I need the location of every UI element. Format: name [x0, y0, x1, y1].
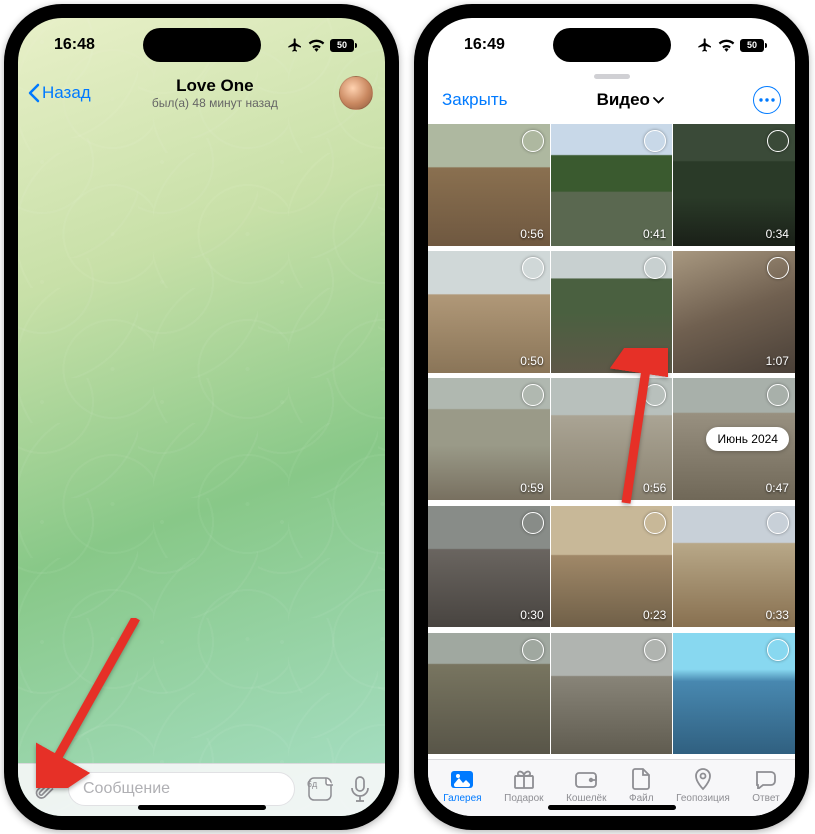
toolbar-label: Кошелёк — [566, 793, 606, 804]
dynamic-island — [553, 28, 671, 62]
file-icon — [631, 768, 651, 790]
wallet-icon — [574, 768, 598, 790]
video-thumbnail[interactable]: 0:56 — [428, 124, 550, 246]
duration-label: 0:30 — [520, 608, 543, 622]
mic-icon[interactable] — [345, 772, 375, 806]
selection-ring-icon[interactable] — [522, 257, 544, 279]
battery-icon: 50 — [330, 39, 357, 52]
duration-label: 1:07 — [766, 354, 789, 368]
duration-label: 0:59 — [520, 481, 543, 495]
video-thumbnail[interactable]: 0:56 — [551, 378, 673, 500]
chat-screen: 16:48 50 Назад Love One был(а) 48 м — [18, 18, 385, 816]
video-thumbnail[interactable]: 0:59 — [428, 378, 550, 500]
toolbar-label: Геопозиция — [676, 793, 730, 804]
selection-ring-icon[interactable] — [767, 512, 789, 534]
video-thumbnail[interactable]: 0:33 — [673, 506, 795, 628]
video-thumbnail[interactable]: 0:50 — [428, 251, 550, 373]
video-thumbnail[interactable] — [428, 633, 550, 755]
duration-label: 0:50 — [520, 354, 543, 368]
toolbar-item-location[interactable]: Геопозиция — [676, 768, 730, 804]
chat-title-block[interactable]: Love One был(а) 48 минут назад — [152, 76, 278, 110]
duration-label: 0:34 — [766, 227, 789, 241]
duration-label: 0:41 — [643, 227, 666, 241]
video-thumbnail[interactable]: 0:47 Июнь 2024 — [673, 378, 795, 500]
battery-icon: 50 — [740, 39, 767, 52]
chat-subtitle: был(а) 48 минут назад — [152, 96, 278, 110]
video-thumbnail[interactable] — [551, 633, 673, 755]
chat-header: Назад Love One был(а) 48 минут назад — [18, 72, 385, 118]
video-thumbnail[interactable]: 0:43 — [551, 251, 673, 373]
video-thumbnail[interactable]: 0:30 — [428, 506, 550, 628]
video-thumbnail[interactable] — [673, 633, 795, 755]
back-label: Назад — [42, 83, 91, 103]
video-dropdown[interactable]: Видео — [597, 90, 664, 110]
toolbar-item-reply[interactable]: Ответ — [752, 768, 779, 804]
month-pill[interactable]: Июнь 2024 — [706, 427, 789, 451]
video-thumbnail[interactable]: 0:23 — [551, 506, 673, 628]
video-grid[interactable]: 0:56 0:41 0:34 0:50 0:43 1:07 0:59 0:56 0:47 Июнь… — [428, 124, 795, 759]
airplane-icon — [697, 37, 713, 53]
dynamic-island — [143, 28, 261, 62]
status-right: 50 — [697, 37, 767, 53]
video-thumbnail[interactable]: 1:07 — [673, 251, 795, 373]
toolbar-label: Подарок — [504, 793, 543, 804]
selection-ring-icon[interactable] — [767, 130, 789, 152]
location-icon — [693, 768, 713, 790]
sheet-grabber[interactable] — [428, 72, 795, 80]
toolbar-item-wallet[interactable]: Кошелёк — [566, 768, 606, 804]
duration-label: 0:43 — [643, 354, 666, 368]
reply-icon — [754, 768, 778, 790]
wifi-icon — [308, 39, 325, 52]
duration-label: 0:56 — [643, 481, 666, 495]
gallery-icon — [450, 768, 474, 790]
wifi-icon — [718, 39, 735, 52]
toolbar-item-gallery[interactable]: Галерея — [443, 768, 481, 804]
selection-ring-icon[interactable] — [522, 639, 544, 661]
chat-title: Love One — [152, 76, 278, 96]
toolbar-item-gift[interactable]: Подарок — [504, 768, 543, 804]
chevron-down-icon — [653, 97, 664, 104]
chat-body[interactable] — [18, 118, 385, 763]
attach-icon[interactable] — [28, 773, 60, 805]
toolbar-label: Галерея — [443, 793, 481, 804]
avatar[interactable] — [339, 76, 373, 110]
selection-ring-icon[interactable] — [522, 130, 544, 152]
close-button[interactable]: Закрыть — [442, 90, 507, 110]
status-time: 16:48 — [54, 36, 95, 54]
home-indicator[interactable] — [548, 805, 676, 810]
selection-ring-icon[interactable] — [767, 257, 789, 279]
status-time: 16:49 — [464, 36, 505, 54]
message-input[interactable]: Сообщение — [68, 772, 295, 806]
toolbar-label: Файл — [629, 793, 654, 804]
selection-ring-icon[interactable] — [522, 384, 544, 406]
video-thumbnail[interactable]: 0:34 — [673, 124, 795, 246]
duration-label: 0:47 — [766, 481, 789, 495]
selection-ring-icon[interactable] — [644, 639, 666, 661]
sticker-icon[interactable]: 6д — [303, 772, 337, 806]
video-dropdown-label: Видео — [597, 90, 650, 110]
gallery-header: Закрыть Видео — [428, 80, 795, 124]
status-right: 50 — [287, 37, 357, 53]
phone-left: 16:48 50 Назад Love One был(а) 48 м — [4, 4, 399, 830]
duration-label: 0:56 — [520, 227, 543, 241]
duration-label: 0:23 — [643, 608, 666, 622]
back-button[interactable]: Назад — [28, 83, 91, 103]
gift-icon — [513, 768, 535, 790]
selection-ring-icon[interactable] — [767, 639, 789, 661]
selection-ring-icon[interactable] — [644, 512, 666, 534]
sticker-label: 6д — [307, 779, 317, 789]
home-indicator[interactable] — [138, 805, 266, 810]
phone-right: 16:49 50 Закрыть Видео — [414, 4, 809, 830]
ellipsis-icon — [759, 98, 775, 102]
airplane-icon — [287, 37, 303, 53]
toolbar-label: Ответ — [752, 793, 779, 804]
toolbar-item-file[interactable]: Файл — [629, 768, 654, 804]
duration-label: 0:33 — [766, 608, 789, 622]
video-thumbnail[interactable]: 0:41 — [551, 124, 673, 246]
selection-ring-icon[interactable] — [522, 512, 544, 534]
more-button[interactable] — [753, 86, 781, 114]
gallery-screen: 16:49 50 Закрыть Видео — [428, 18, 795, 816]
